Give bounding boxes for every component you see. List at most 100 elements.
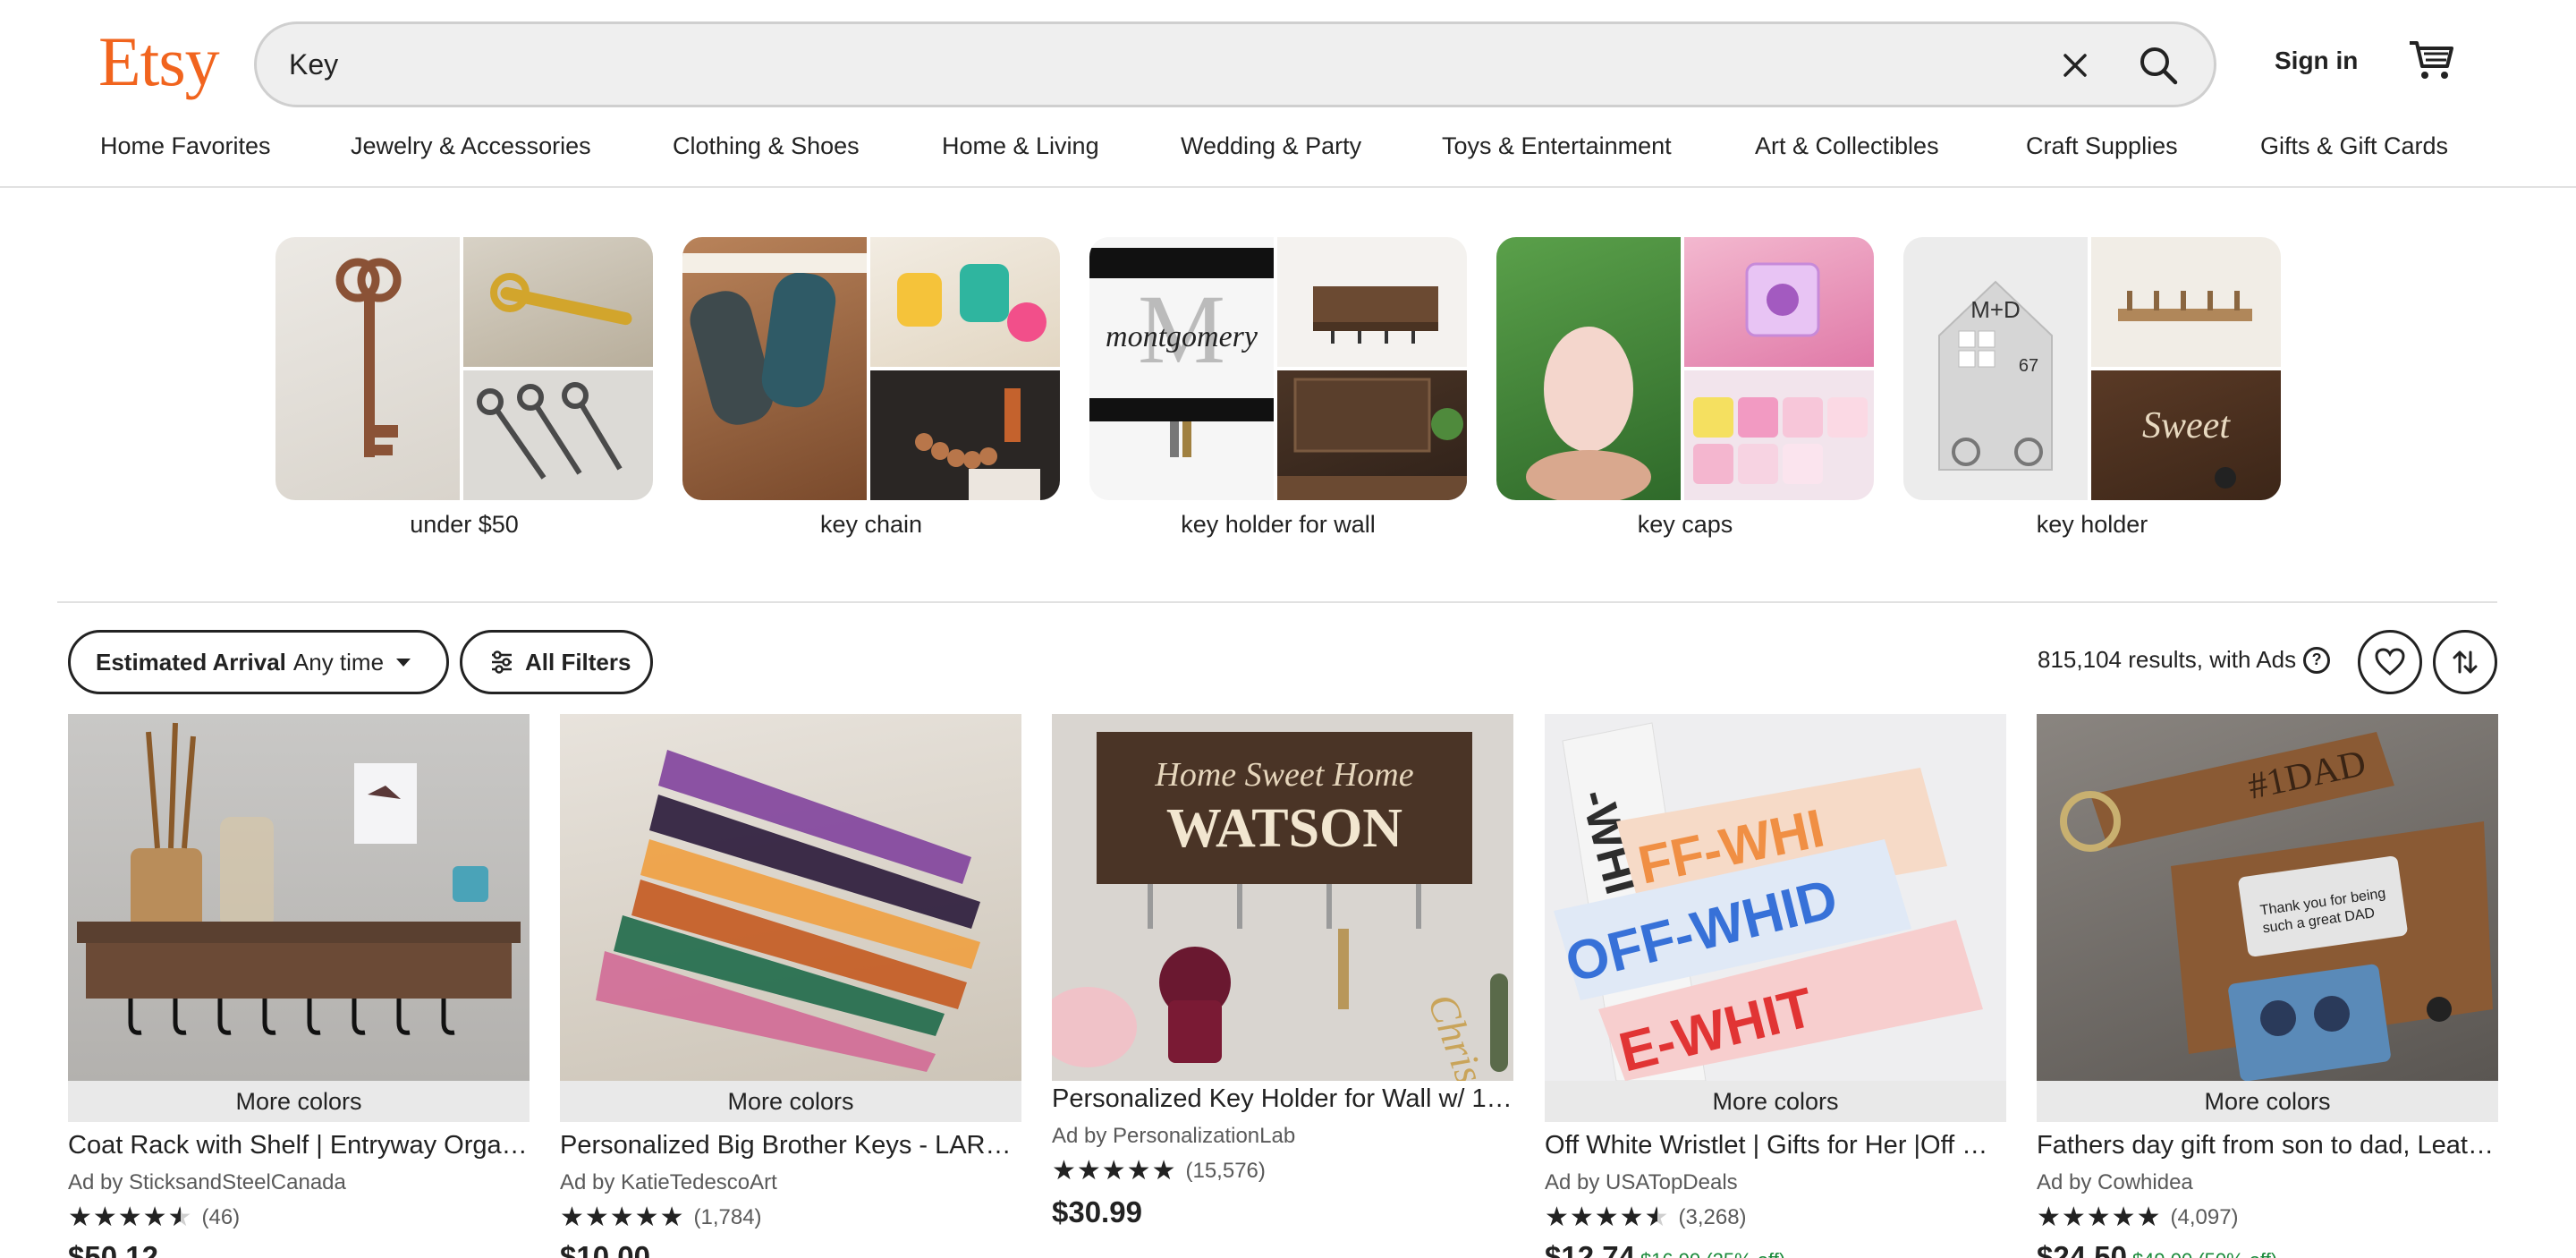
category-image [870,370,1060,500]
nav-wedding-party[interactable]: Wedding & Party [1181,132,1361,160]
listing-rating: ★★★★★★★★★★ (3,268) [1545,1204,1747,1231]
more-colors-badge: More colors [1545,1081,2006,1122]
category-image [682,237,867,500]
listing-image[interactable] [560,714,1021,1081]
nav-home-favorites[interactable]: Home Favorites [100,132,271,160]
nav-clothing-shoes[interactable]: Clothing & Shoes [673,132,860,160]
listing-rating: ★★★★★★★★★★ (46) [68,1204,240,1231]
listing-title[interactable]: Off White Wristlet | Gifts for Her |Off … [1545,1131,2006,1160]
search-input[interactable] [289,24,1988,105]
category-image [275,237,460,500]
nav-gifts-gift-cards[interactable]: Gifts & Gift Cards [2260,132,2448,160]
search-icon [2140,47,2178,85]
listing-title[interactable]: Coat Rack with Shelf | Entryway Organize… [68,1131,530,1160]
svg-text:67: 67 [2019,356,2038,376]
sign-in-link[interactable]: Sign in [2275,47,2358,75]
nav-toys-entertainment[interactable]: Toys & Entertainment [1442,132,1672,160]
nav-home-living[interactable]: Home & Living [942,132,1099,160]
listing-image[interactable]: Home Sweet Home WATSON Chrissy [1052,714,1513,1081]
arrival-label: Estimated Arrival [96,648,286,676]
listing-image[interactable]: -WHI FF-WHI OFF-WHID E-WHIT [1545,714,2006,1081]
rating-stars: ★★★★★★★★★★ [2037,1203,2162,1232]
favorite-search-button[interactable] [2358,630,2422,694]
svg-text:montgomery: montgomery [1106,320,1258,353]
listing-title[interactable]: Personalized Big Brother Keys - LARGE [560,1131,1021,1160]
more-colors-badge: More colors [560,1081,1021,1122]
category-image [1496,237,1681,500]
listing-image[interactable]: #1DAD Thank you for being such a great DAD [2037,714,2498,1081]
sort-button[interactable] [2433,630,2497,694]
listing-image[interactable] [68,714,530,1081]
all-filters-label: All Filters [525,648,631,676]
listing-title[interactable]: Personalized Key Holder for Wall w/ 1… [1052,1084,1513,1114]
listing-card[interactable]: Home Sweet Home WATSON Chrissy Personalize… [1052,714,1513,1228]
sort-icon [2453,650,2478,674]
review-count: (3,268) [1678,1205,1747,1229]
rating-stars: ★★★★★★★★★★ [68,1203,193,1232]
nav-craft-supplies[interactable]: Craft Supplies [2026,132,2178,160]
category-image-grid: Mmontgomery [1089,237,1467,500]
category-image-grid [682,237,1060,500]
listing-price: $12.74$16.99 (25% off) [1545,1240,1785,1258]
category-image [870,237,1060,367]
listing-card[interactable]: More colors Coat Rack with Shelf | Entry… [68,714,530,1258]
review-count: (4,097) [2170,1205,2239,1229]
clear-search-button[interactable] [2050,40,2100,90]
original-price: $16.99 (25% off) [1640,1249,1785,1258]
category-image-grid: M+D 67 Sweet [1903,237,2281,500]
site-header: Etsy Sign in Home Favorites Jewelry & Ac… [0,0,2576,188]
category-image: Sweet [2091,370,2281,500]
more-colors-badge: More colors [68,1081,530,1122]
rating-stars: ★★★★★★★★★★ [1545,1203,1670,1232]
category-label: key chain [819,511,923,538]
listing-shop: Ad by USATopDeals [1545,1170,1738,1194]
rating-stars: ★★★★★★★★★★ [1052,1156,1177,1186]
estimated-arrival-dropdown[interactable]: Estimated Arrival Any time [68,630,449,694]
review-count: (15,576) [1185,1159,1266,1183]
review-count: (46) [201,1205,241,1229]
more-colors-badge: More colors [2037,1081,2498,1122]
category-image [1277,237,1467,367]
listing-shop: Ad by Cowhidea [2037,1170,2193,1194]
listing-shop: Ad by PersonalizationLab [1052,1124,1296,1148]
category-image: Mmontgomery [1089,237,1274,500]
all-filters-button[interactable]: All Filters [460,630,653,694]
listing-card[interactable]: #1DAD Thank you for being such a great DAD… [2037,714,2498,1258]
close-icon [2063,54,2087,77]
category-image [463,237,653,367]
listing-price: $24.50$49.00 (50% off) [2037,1240,2277,1258]
listing-title[interactable]: Fathers day gift from son to dad, Leathe… [2037,1131,2498,1160]
category-tile-key-holder-for-wall[interactable]: Mmontgomery key holder for wall [1089,237,1467,538]
review-count: (1,784) [693,1205,762,1229]
listing-card[interactable]: -WHI FF-WHI OFF-WHID E-WHIT More colors Off… [1545,714,2006,1258]
search-button[interactable] [2130,37,2187,94]
results-ads-label: with Ads [2209,646,2297,673]
category-label: key holder for wall [1181,511,1376,538]
nav-jewelry-accessories[interactable]: Jewelry & Accessories [351,132,591,160]
category-tile-under-50[interactable]: under $50 [275,237,653,538]
category-tile-key-caps[interactable]: key caps [1496,237,1874,538]
results-summary: 815,104 results, with Ads ? [2038,646,2331,674]
category-tile-key-holder[interactable]: M+D 67 Sweet key holder [1903,237,2281,538]
svg-text:Sweet: Sweet [2142,405,2231,446]
help-icon[interactable]: ? [2303,646,2331,674]
category-image [1277,370,1467,500]
category-image-grid [275,237,653,500]
results-count: 815,104 results, [2038,646,2204,673]
etsy-logo[interactable]: Etsy [98,25,220,98]
listing-rating: ★★★★★ ★★★★★ (1,784) [560,1204,762,1231]
category-label: under $50 [410,511,519,538]
listing-price: $50.12 [68,1240,158,1258]
svg-text:WATSON: WATSON [1166,798,1402,859]
svg-text:Home Sweet Home: Home Sweet Home [1154,756,1413,794]
nav-art-collectibles[interactable]: Art & Collectibles [1755,132,1939,160]
category-image [463,370,653,500]
search-bar [254,21,2216,107]
original-price: $49.00 (50% off) [2132,1249,2277,1258]
cart-button[interactable] [2406,38,2456,82]
listing-shop: Ad by SticksandSteelCanada [68,1170,346,1194]
category-tile-key-chain[interactable]: key chain [682,237,1060,538]
listing-card[interactable]: More colors Personalized Big Brother Key… [560,714,1021,1258]
category-image: M+D 67 [1903,237,2088,500]
category-label: key holder [2036,511,2148,538]
